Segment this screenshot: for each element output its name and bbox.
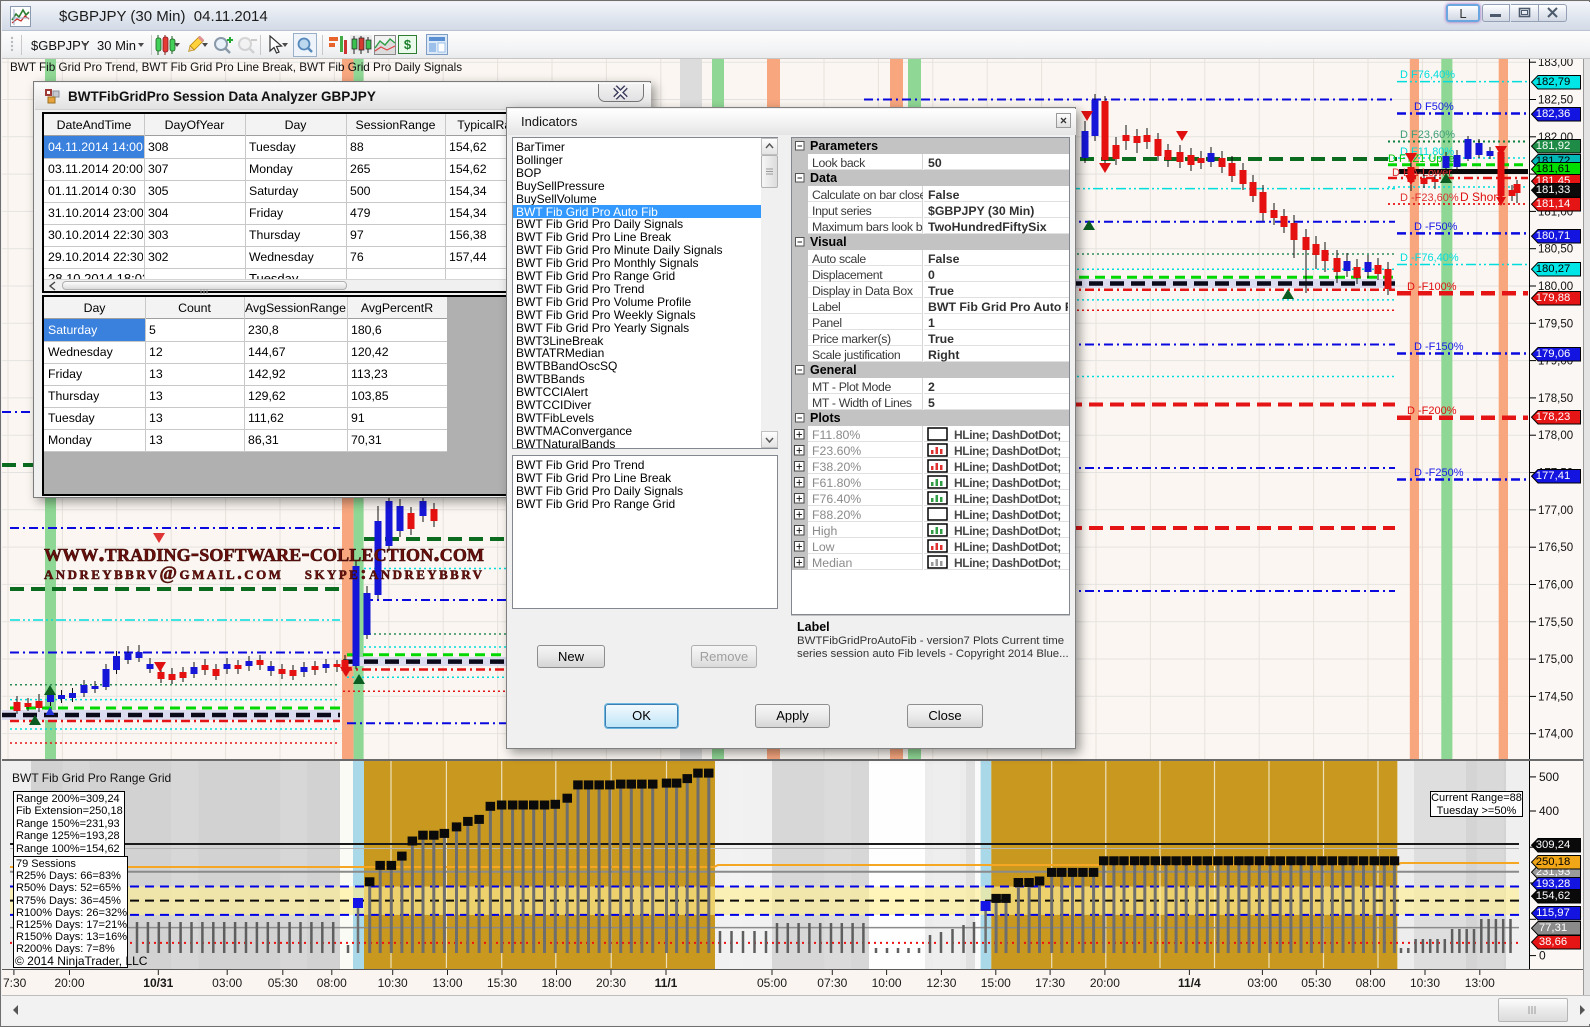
svg-text:D -F76,40%: D -F76,40% [1400,252,1459,264]
svg-text:175,00: 175,00 [1538,654,1573,666]
svg-text:D -F23,60%: D -F23,60% [1400,192,1459,204]
svg-text:178,00: 178,00 [1538,430,1573,442]
svg-text:400: 400 [1539,804,1559,818]
svg-text:0: 0 [1539,949,1546,963]
svg-text:175,50: 175,50 [1538,617,1573,629]
svg-text:176,00: 176,00 [1538,580,1573,592]
svg-text:174,50: 174,50 [1538,691,1573,703]
svg-text:182,50: 182,50 [1538,95,1573,107]
svg-text:D -F250%: D -F250% [1414,467,1464,479]
svg-text:176,50: 176,50 [1538,542,1573,554]
svg-text:D F76,40%: D F76,40% [1400,69,1455,81]
svg-text:D HA-Lower: D HA-Lower [1392,167,1452,179]
svg-text:178,50: 178,50 [1538,393,1573,405]
svg-text:177,00: 177,00 [1538,505,1573,517]
svg-text:andreybbrv@gmail.com skype:a: andreybbrv@gmail.com skype:andreybbrv [44,563,483,584]
svg-text:D Short: D Short [1460,190,1501,204]
svg-text:D -F100%: D -F100% [1407,281,1457,293]
svg-text:183,00: 183,00 [1538,59,1573,69]
svg-text:500: 500 [1539,770,1559,784]
svg-text:D F50%: D F50% [1414,101,1454,113]
svg-text:D -F150%: D -F150% [1414,341,1464,353]
svg-text:D -F50%: D -F50% [1414,221,1458,233]
svg-text:D F23,60%: D F23,60% [1400,129,1455,141]
svg-text:180,50: 180,50 [1538,244,1573,256]
svg-text:174,00: 174,00 [1538,729,1573,741]
svg-text:D -F200%: D -F200% [1407,405,1457,417]
svg-text:$: $ [404,37,412,52]
svg-text:179,50: 179,50 [1538,318,1573,330]
